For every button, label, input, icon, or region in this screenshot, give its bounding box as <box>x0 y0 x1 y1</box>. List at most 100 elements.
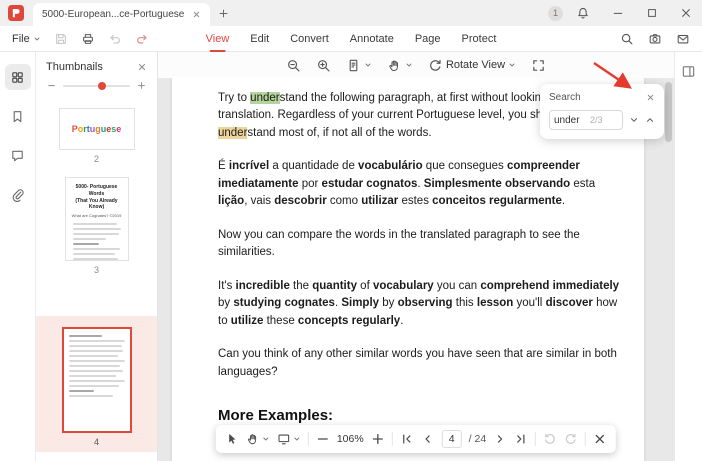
chevron-down-icon <box>33 35 41 43</box>
search-input[interactable] <box>554 114 588 126</box>
save-button[interactable] <box>54 32 68 46</box>
minimize-button[interactable] <box>612 7 624 19</box>
chevron-down-icon <box>262 435 270 443</box>
select-tool-button[interactable] <box>225 432 239 446</box>
zoom-in-button[interactable] <box>316 58 331 73</box>
left-icon-strip <box>0 52 36 461</box>
thumbnails-panel: Thumbnails Portuguese 2 5000- Portuguese… <box>36 52 158 461</box>
thumbnail-page-2[interactable]: Portuguese <box>58 108 135 150</box>
thumbnails-panel-header: Thumbnails <box>36 52 157 79</box>
first-page-button[interactable] <box>400 432 414 446</box>
last-page-button[interactable] <box>514 432 528 446</box>
snapshot-camera-icon[interactable] <box>648 32 662 46</box>
content-column: Rotate View Try to understand the follow… <box>158 52 674 461</box>
menu-annotate[interactable]: Annotate <box>350 26 394 52</box>
search-popup: Search 2/3 <box>540 84 664 139</box>
thumbnail-list: Portuguese 2 5000- Portuguese Words (Tha… <box>36 98 157 461</box>
rotate-icon <box>428 58 443 73</box>
search-popup-header: Search <box>549 92 655 103</box>
floating-page-toolbar: 106% / 24 <box>215 425 617 453</box>
minus-icon[interactable] <box>47 81 56 90</box>
menu-view[interactable]: View <box>206 26 229 52</box>
monitor-icon <box>277 432 291 446</box>
zoom-level[interactable]: 106% <box>337 433 364 445</box>
thumbnail-4-label: 4 <box>93 437 99 447</box>
thumbnail-zoom-slider <box>36 79 157 98</box>
close-button[interactable] <box>680 7 692 19</box>
page-layout-button[interactable] <box>346 58 372 73</box>
thumbnail-selected-block: 4 <box>36 316 157 452</box>
paragraph-compare: Now you can compare the words in the tra… <box>218 228 580 259</box>
panel-close-icon[interactable] <box>137 62 147 72</box>
vertical-scrollbar[interactable] <box>665 80 672 459</box>
divider <box>585 432 587 446</box>
maximize-button[interactable] <box>646 7 658 19</box>
menu-convert[interactable]: Convert <box>290 26 329 52</box>
mail-icon[interactable] <box>676 32 690 46</box>
chevron-down-icon <box>293 435 301 443</box>
thumbnail-3-textlines <box>71 223 123 260</box>
plus-icon[interactable] <box>137 81 146 90</box>
zoom-in-button[interactable] <box>371 432 385 446</box>
thumbnails-panel-button[interactable] <box>4 64 31 90</box>
view-toolbar: Rotate View <box>158 52 674 78</box>
divider <box>307 432 309 446</box>
paragraph-portuguese: É incrível a quantidade de vocabulário q… <box>218 160 596 208</box>
previous-match-button[interactable] <box>645 115 655 125</box>
history-back-button[interactable] <box>543 432 557 446</box>
redo-button[interactable] <box>135 32 149 46</box>
thumbnail-2-label: 2 <box>93 154 99 164</box>
history-forward-button[interactable] <box>564 432 578 446</box>
chevron-down-icon <box>508 61 516 69</box>
bookmark-icon <box>10 109 25 124</box>
menu-page[interactable]: Page <box>415 26 441 52</box>
rotate-view-label: Rotate View <box>445 59 506 71</box>
paragraph-question: Can you think of any other similar words… <box>218 348 617 378</box>
hand-icon <box>387 58 402 73</box>
new-tab-button[interactable] <box>218 8 229 19</box>
document-tab[interactable]: 5000-European...ce-Portuguese <box>33 3 211 26</box>
collapse-toolbar-button[interactable] <box>593 432 607 446</box>
menubar-right-icons <box>620 32 690 46</box>
thumbnail-2-art: Portuguese <box>71 124 122 134</box>
comment-icon <box>10 148 25 163</box>
menubar: File View Edit Convert Annotate Page Pro… <box>0 26 702 52</box>
view-mode-button[interactable] <box>277 432 301 446</box>
scrollbar-thumb[interactable] <box>665 82 672 142</box>
search-close-icon[interactable] <box>646 93 655 102</box>
zoom-out-button[interactable] <box>286 58 301 73</box>
single-page-icon <box>346 58 361 73</box>
search-popup-controls: 2/3 <box>549 110 655 130</box>
right-panel-toggle-button[interactable] <box>681 64 696 79</box>
thumbnail-page-4[interactable] <box>61 327 132 433</box>
menu-edit[interactable]: Edit <box>250 26 269 52</box>
print-button[interactable] <box>81 32 95 46</box>
page-number-input[interactable] <box>441 430 462 448</box>
zoom-out-button[interactable] <box>316 432 330 446</box>
comments-panel-button[interactable] <box>5 142 31 168</box>
slider-handle[interactable] <box>97 81 106 90</box>
file-menu[interactable]: File <box>12 33 41 45</box>
undo-button[interactable] <box>108 32 122 46</box>
next-page-button[interactable] <box>493 432 507 446</box>
page-total-label: / 24 <box>468 433 487 445</box>
thumbnail-page-3[interactable]: 5000- Portuguese Words (That You Already… <box>64 177 129 261</box>
main-area: Thumbnails Portuguese 2 5000- Portuguese… <box>0 52 702 461</box>
bell-icon[interactable] <box>576 6 590 20</box>
tab-close-icon[interactable] <box>192 10 201 19</box>
fullscreen-button[interactable] <box>531 58 546 73</box>
attachments-panel-button[interactable] <box>5 181 31 207</box>
slider-track[interactable] <box>63 81 130 90</box>
thumbnail-3-label: 3 <box>93 265 99 275</box>
bookmarks-panel-button[interactable] <box>5 103 31 129</box>
thumbnail-3-heading: 5000- Portuguese Words <box>75 184 118 197</box>
hand-tool-button[interactable] <box>246 432 270 446</box>
titlebar: 5000-European...ce-Portuguese 1 <box>0 0 702 26</box>
search-icon[interactable] <box>620 32 634 46</box>
hand-tool-button[interactable] <box>387 58 413 73</box>
previous-page-button[interactable] <box>421 432 435 446</box>
rotate-view-button[interactable]: Rotate View <box>428 58 516 73</box>
notification-badge[interactable]: 1 <box>548 5 563 21</box>
next-match-button[interactable] <box>629 115 639 125</box>
menu-protect[interactable]: Protect <box>462 26 497 52</box>
